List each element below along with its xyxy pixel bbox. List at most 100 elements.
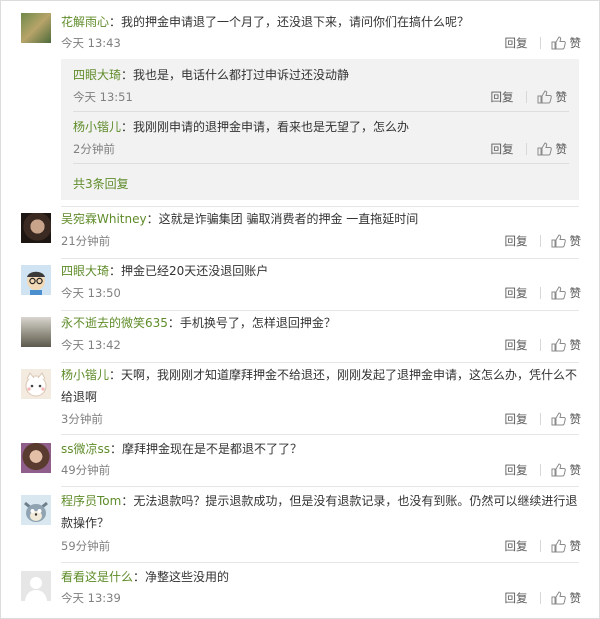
comment-text: 无法退款吗？提示退款成功，但是没有退款记录，也没有到账。仍然可以继续进行退款操作… [61, 494, 578, 530]
like-button[interactable]: 赞 [537, 141, 567, 157]
username-link[interactable]: 看看这是什么 [61, 570, 133, 584]
comment-body: 杨小锴儿：天啊，我刚刚才知道摩拜押金不给退还，刚刚发起了退押金申请，这怎么办，凭… [61, 364, 579, 408]
comment-time: 今天 13:42 [61, 338, 121, 352]
action-divider [539, 339, 541, 351]
avatar[interactable] [21, 13, 51, 43]
action-divider [539, 37, 541, 49]
divider [73, 163, 569, 164]
username-link[interactable]: 杨小锴儿 [61, 368, 109, 382]
username-link[interactable]: 花解雨心 [61, 15, 109, 29]
comment-text: 押金已经20天还没退回账户 [121, 264, 269, 278]
thumbs-up-icon [551, 591, 566, 605]
comment-actions: 回复 赞 [505, 538, 582, 554]
thumbs-up-icon [551, 412, 566, 426]
separator: ： [121, 68, 134, 82]
reply-button[interactable]: 回复 [505, 538, 528, 554]
avatar[interactable] [21, 495, 51, 525]
action-divider [539, 592, 541, 604]
like-label: 赞 [569, 539, 582, 553]
avatar[interactable] [21, 317, 51, 347]
separator: ： [121, 120, 134, 134]
comment-item: 永不逝去的微笑635：手机换号了，怎样退回押金？ 今天 13:42 回复 赞 [1, 311, 600, 363]
like-label: 赞 [569, 463, 582, 477]
reply-button[interactable]: 回复 [505, 462, 528, 478]
comment-item: 杨小锴儿：天啊，我刚刚才知道摩拜押金不给退还，刚刚发起了退押金申请，这怎么办，凭… [1, 363, 600, 435]
comment-time: 今天 13:50 [61, 286, 121, 300]
reply-button[interactable]: 回复 [505, 337, 528, 353]
username-link[interactable]: 程序员Tom [61, 494, 121, 508]
like-button[interactable]: 赞 [551, 538, 582, 554]
action-divider [539, 235, 541, 247]
divider [73, 111, 569, 112]
reply-button[interactable]: 回复 [505, 590, 528, 606]
avatar[interactable] [21, 265, 51, 295]
like-label: 赞 [569, 36, 582, 50]
comment-body: ss微凉ss：摩拜押金现在是不是都退不了了？ [61, 438, 579, 460]
like-label: 赞 [569, 286, 582, 300]
cartoon-cat-icon [24, 501, 48, 522]
comment-body: 看看这是什么：净整这些没用的 [61, 566, 579, 588]
cartoon-cat-icon [25, 372, 47, 397]
comment-text: 手机换号了，怎样退回押金？ [179, 316, 336, 330]
separator: ： [110, 442, 123, 456]
action-divider [525, 143, 527, 155]
comment-item: 四眼大琦：押金已经20天还没退回账户 今天 13:50 回复 赞 [1, 259, 600, 311]
comment-actions: 回复 赞 [505, 35, 582, 51]
comment-actions: 回复 赞 [505, 337, 582, 353]
like-label: 赞 [555, 90, 568, 104]
comment-time: 21分钟前 [61, 234, 111, 248]
avatar[interactable] [21, 213, 51, 243]
reply-actions: 回复 赞 [491, 89, 568, 105]
reply-body: 杨小锴儿：我刚刚申请的退押金申请，看来也是无望了，怎么办 [73, 117, 569, 137]
separator: ： [167, 316, 180, 330]
default-user-icon [25, 577, 47, 601]
comment-text: 净整这些没用的 [145, 570, 230, 584]
reply-button[interactable]: 回复 [505, 233, 528, 249]
more-replies-link[interactable]: 共3条回复 [73, 175, 129, 192]
like-button[interactable]: 赞 [551, 35, 582, 51]
username-link[interactable]: 永不逝去的微笑635 [61, 316, 168, 330]
reply-text: 我也是，电话什么都打过申诉过还没动静 [133, 68, 350, 82]
comment-body: 花解雨心：我的押金申请退了一个月了，还没退下来，请问你们在搞什么呢？ [61, 11, 579, 33]
like-button[interactable]: 赞 [551, 285, 582, 301]
like-button[interactable]: 赞 [551, 233, 582, 249]
reply-button[interactable]: 回复 [491, 89, 514, 105]
thumbs-up-icon [551, 539, 566, 553]
reply-button[interactable]: 回复 [491, 141, 514, 157]
like-button[interactable]: 赞 [551, 411, 582, 427]
reply-button[interactable]: 回复 [505, 411, 528, 427]
thumbs-up-icon [551, 234, 566, 248]
like-label: 赞 [569, 338, 582, 352]
separator: ： [109, 15, 122, 29]
like-button[interactable]: 赞 [537, 89, 568, 105]
like-label: 赞 [569, 412, 582, 426]
reply-button[interactable]: 回复 [505, 285, 528, 301]
like-button[interactable]: 赞 [551, 590, 582, 606]
separator: ： [109, 368, 122, 382]
avatar[interactable] [21, 571, 51, 601]
username-link[interactable]: 四眼大琦 [73, 68, 121, 82]
comment-time: 49分钟前 [61, 463, 111, 477]
separator: ： [121, 494, 134, 508]
thumbs-up-icon [551, 463, 566, 477]
comment-time: 59分钟前 [61, 539, 111, 553]
like-label: 赞 [569, 591, 582, 605]
username-link[interactable]: ss微凉ss [61, 442, 110, 456]
avatar[interactable] [21, 369, 51, 399]
username-link[interactable]: 杨小锴儿 [73, 120, 121, 134]
action-divider [539, 287, 541, 299]
separator: ： [133, 570, 146, 584]
comment-time: 3分钟前 [61, 412, 103, 426]
comment-time: 今天 13:43 [61, 36, 121, 50]
like-button[interactable]: 赞 [551, 337, 582, 353]
like-button[interactable]: 赞 [551, 462, 582, 478]
like-label: 赞 [569, 234, 582, 248]
thumbs-up-icon [551, 338, 566, 352]
action-divider [525, 91, 527, 103]
thumbs-up-icon [537, 90, 552, 104]
reply-button[interactable]: 回复 [505, 35, 528, 51]
username-link[interactable]: 四眼大琦 [61, 264, 109, 278]
reply-time: 2分钟前 [73, 142, 115, 156]
avatar[interactable] [21, 443, 51, 473]
username-link[interactable]: 吴宛霖Whitney [61, 212, 147, 226]
